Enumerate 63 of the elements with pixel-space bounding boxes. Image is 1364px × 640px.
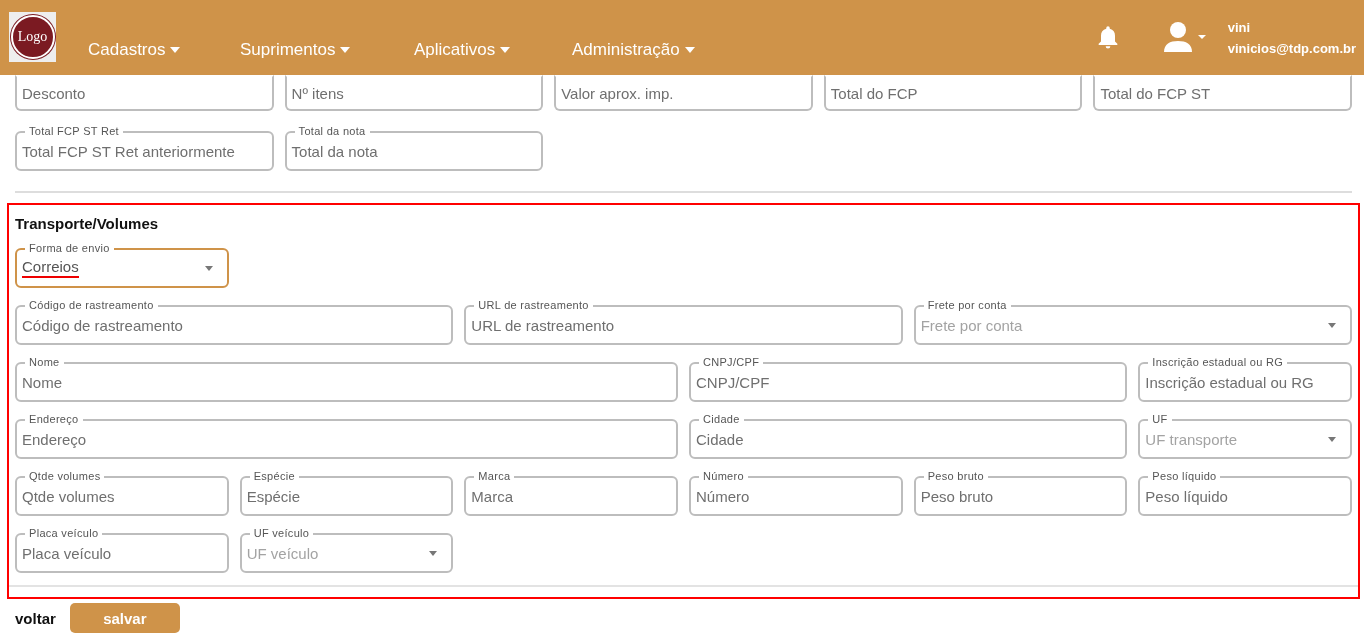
field-label: Placa veículo: [25, 527, 103, 539]
field-label: Nome: [25, 356, 64, 368]
field-label: Total FCP ST Ret: [25, 125, 123, 137]
field-label: Peso líquido: [1148, 470, 1221, 482]
user-icon[interactable]: [1163, 21, 1208, 54]
field-placeholder: URL de rastreamento: [471, 316, 615, 334]
field-label: UF veículo: [249, 527, 314, 539]
field-label: Marca: [474, 470, 515, 482]
field-label: URL de rastreamento: [474, 299, 593, 311]
field-label: Cidade: [699, 413, 744, 425]
caret-icon: [340, 46, 351, 53]
back-link[interactable]: voltar: [15, 609, 56, 627]
field-placeholder: Peso bruto: [920, 487, 994, 505]
caret-icon: [1328, 437, 1336, 442]
field-placeholder: Desconto: [22, 84, 86, 102]
user-name: vini: [1227, 19, 1252, 35]
field-label: CNPJ/CPF: [699, 356, 764, 368]
caret-icon: [204, 266, 213, 271]
caret-icon: [684, 46, 695, 53]
field-label: Total da nota: [294, 125, 370, 137]
field-placeholder: Nome: [22, 373, 62, 391]
field-placeholder: UF veículo: [246, 544, 319, 562]
field-placeholder: Placa veículo: [22, 544, 112, 562]
field-placeholder: Endereço: [22, 430, 87, 448]
field-placeholder: UF transporte: [1145, 430, 1238, 448]
field-placeholder: Código de rastreamento: [22, 316, 183, 334]
field-placeholder: CNPJ/CPF: [696, 373, 770, 391]
caret-icon: [170, 46, 181, 53]
input-field[interactable]: Nº itens: [284, 75, 544, 111]
input-field[interactable]: Valor aprox. imp.: [554, 75, 813, 111]
field-placeholder: Nº itens: [291, 84, 344, 102]
field-placeholder: Cidade: [696, 430, 744, 448]
section-title: Transporte/Volumes: [15, 215, 160, 232]
field-placeholder: Peso líquido: [1145, 487, 1228, 505]
field-label: UF: [1148, 413, 1172, 425]
field-label: Endereço: [25, 413, 83, 425]
field-placeholder: Frete por conta: [920, 316, 1023, 334]
caret-icon: [1328, 323, 1336, 328]
input-field[interactable]: Desconto: [15, 75, 274, 111]
field-placeholder: Total FCP ST Ret anteriormente: [22, 142, 235, 160]
field-placeholder: Número: [696, 487, 750, 505]
field-placeholder: Total do FCP ST: [1100, 84, 1211, 102]
field-label: Código de rastreamento: [25, 299, 158, 311]
field-label: Peso bruto: [923, 470, 988, 482]
field-placeholder: Qtde volumes: [22, 487, 115, 505]
field-placeholder: Marca: [471, 487, 513, 505]
field-placeholder: Total do FCP: [830, 84, 918, 102]
field-label: Qtde volumes: [25, 470, 105, 482]
caret-icon: [429, 551, 438, 556]
field-placeholder: Total da nota: [291, 142, 378, 160]
field-label: Inscrição estadual ou RG: [1148, 356, 1288, 368]
field-label: Espécie: [249, 470, 299, 482]
caret-icon: [500, 46, 511, 53]
input-field[interactable]: Total do FCP: [823, 75, 1083, 111]
user-email: vinicios@tdp.com.br: [1227, 40, 1356, 56]
field-label: Forma de envio: [25, 242, 114, 254]
field-placeholder: Espécie: [246, 487, 301, 505]
field-value: Correios: [22, 258, 79, 278]
field-label: Frete por conta: [923, 299, 1011, 311]
input-field[interactable]: Total do FCP ST: [1093, 75, 1352, 111]
field-label: Número: [699, 470, 748, 482]
field-placeholder: Inscrição estadual ou RG: [1145, 373, 1314, 391]
field-placeholder: Valor aprox. imp.: [561, 84, 674, 102]
